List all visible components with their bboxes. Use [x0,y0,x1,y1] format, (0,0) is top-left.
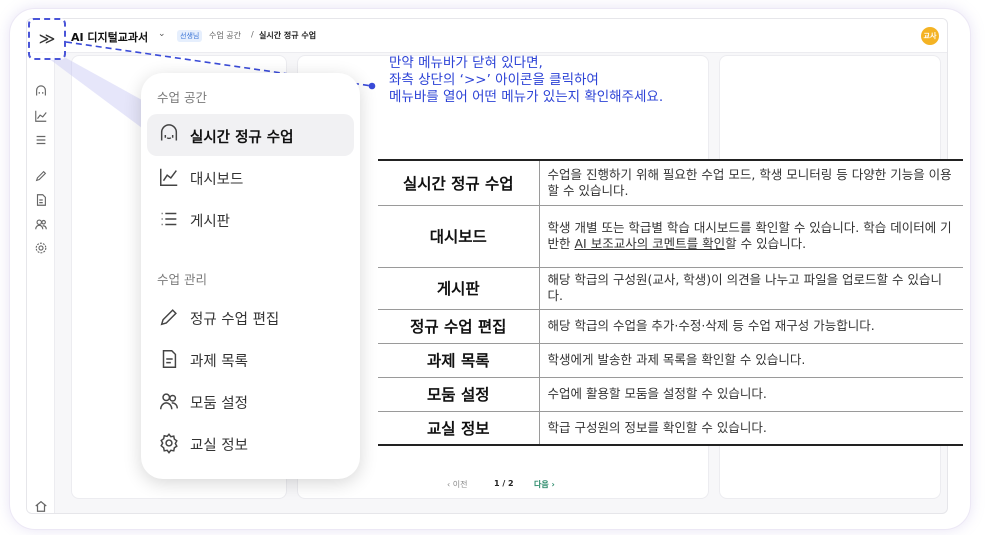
menu-item-edit-class[interactable]: 정규 수업 편집 [147,296,354,338]
callout-line-1: 만약 메뉴바가 닫혀 있다면, [389,55,543,71]
document-icon[interactable] [34,193,48,207]
menu-item-label: 교실 정보 [190,438,248,454]
table-desc: 학생에게 발송한 과제 목록을 확인할 수 있습니다. [539,342,963,377]
menu-item-live-class[interactable]: 실시간 정규 수업 [147,114,354,156]
sidebar-menu: 수업 공간 실시간 정규 수업 대시보드 게시판 수업 관리 정규 수업 편집 … [141,73,360,479]
avatar[interactable]: 교사 [921,27,939,45]
menu-item-dashboard[interactable]: 대시보드 [147,156,354,198]
role-badge: 선생님 [177,30,203,42]
collapsed-sidebar [27,53,55,513]
table-term: 과제 목록 [378,342,540,377]
menu-section-class-space: 수업 공간 [157,90,207,105]
board-icon[interactable] [34,133,48,147]
table-row: 과제 목록 학생에게 발송한 과제 목록을 확인할 수 있습니다. [378,342,963,377]
menu-item-group-settings[interactable]: 모둠 설정 [147,380,354,422]
top-bar: AI 디지털교과서 ⌄ 선생님 수업 공간 / 실시간 정규 수업 교사 [27,19,947,53]
table-term: 교실 정보 [378,410,540,445]
table-desc: 해당 학급의 수업을 추가·수정·삭제 등 수업 재구성 가능합니다. [539,308,963,343]
menu-item-label: 게시판 [190,214,231,230]
dashboard-icon [158,166,180,188]
pencil-icon[interactable] [34,169,48,183]
pager-page: 1 / 2 [494,479,514,488]
callout-line-3: 메뉴바를 열어 어떤 메뉴가 있는지 확인해주세요. [389,89,664,105]
menu-section-class-management: 수업 관리 [157,272,207,287]
menu-item-label: 과제 목록 [190,354,248,370]
menu-item-label: 실시간 정규 수업 [190,130,294,146]
callout-line-2: 좌측 상단의 ‘>>’ 아이콘을 클릭하여 [389,72,599,88]
gear-icon[interactable] [34,241,48,255]
breadcrumb-section[interactable]: 수업 공간 [209,30,241,41]
document-icon [158,348,180,370]
app-title[interactable]: AI 디지털교과서 [71,29,148,45]
table-term: 모둠 설정 [378,376,540,411]
live-class-icon[interactable] [34,85,48,99]
menu-item-classroom-info[interactable]: 교실 정보 [147,422,354,464]
home-icon[interactable] [34,499,48,513]
table-desc: 학급 구성원의 정보를 확인할 수 있습니다. [539,410,963,445]
breadcrumb-separator: / [251,30,254,39]
board-icon [158,208,180,230]
menu-item-label: 대시보드 [190,172,244,188]
table-row: 모둠 설정 수업에 활용할 모둠을 설정할 수 있습니다. [378,376,963,411]
table-row: 대시보드 학생 개별 또는 학급별 학습 대시보드를 확인할 수 있습니다. 학… [378,204,963,267]
table-term: 대시보드 [378,204,540,267]
menu-item-assignments[interactable]: 과제 목록 [147,338,354,380]
underlined-text: AI 보조교사의 코멘트를 확인 [574,236,726,251]
live-class-icon [158,124,180,146]
instruction-callout: 만약 메뉴바가 닫혀 있다면, 좌측 상단의 ‘>>’ 아이콘을 클릭하여 메뉴… [389,55,663,106]
table-desc: 수업을 진행하기 위해 필요한 수업 모드, 학생 모니터링 등 다양한 기능을… [547,166,952,198]
menu-item-label: 모둠 설정 [190,396,248,412]
table-term: 실시간 정규 수업 [378,160,540,205]
expand-sidebar-button[interactable]: ≫ [28,18,66,60]
breadcrumb-current: 실시간 정규 수업 [259,31,317,40]
pager-prev[interactable]: ‹ 이전 [447,479,467,490]
table-row: 정규 수업 편집 해당 학급의 수업을 추가·수정·삭제 등 수업 재구성 가능… [378,308,963,343]
group-icon [158,390,180,412]
table-row: 실시간 정규 수업 수업을 진행하기 위해 필요한 수업 모드, 학생 모니터링… [378,160,963,205]
table-desc: 해당 학급의 구성원(교사, 학생)이 의견을 나누고 파일을 업로드할 수 있… [539,266,963,309]
pager-next[interactable]: 다음 › [534,479,555,490]
table-desc: 수업에 활용할 모둠을 설정할 수 있습니다. [539,376,963,411]
menu-description-table: 실시간 정규 수업 수업을 진행하기 위해 필요한 수업 모드, 학생 모니터링… [378,159,963,446]
table-term: 게시판 [378,266,540,309]
table-row: 게시판 해당 학급의 구성원(교사, 학생)이 의견을 나누고 파일을 업로드할… [378,266,963,309]
gear-icon [158,432,180,454]
table-term: 정규 수업 편집 [378,308,540,343]
menu-item-board[interactable]: 게시판 [147,198,354,240]
pencil-icon [158,306,180,328]
chevron-down-icon[interactable]: ⌄ [158,29,166,39]
table-desc: 학생 개별 또는 학급별 학습 대시보드를 확인할 수 있습니다. 학습 데이터… [539,204,963,267]
group-icon[interactable] [34,217,48,231]
table-row: 교실 정보 학급 구성원의 정보를 확인할 수 있습니다. [378,410,963,445]
menu-item-label: 정규 수업 편집 [190,312,280,328]
dashboard-icon[interactable] [34,109,48,123]
